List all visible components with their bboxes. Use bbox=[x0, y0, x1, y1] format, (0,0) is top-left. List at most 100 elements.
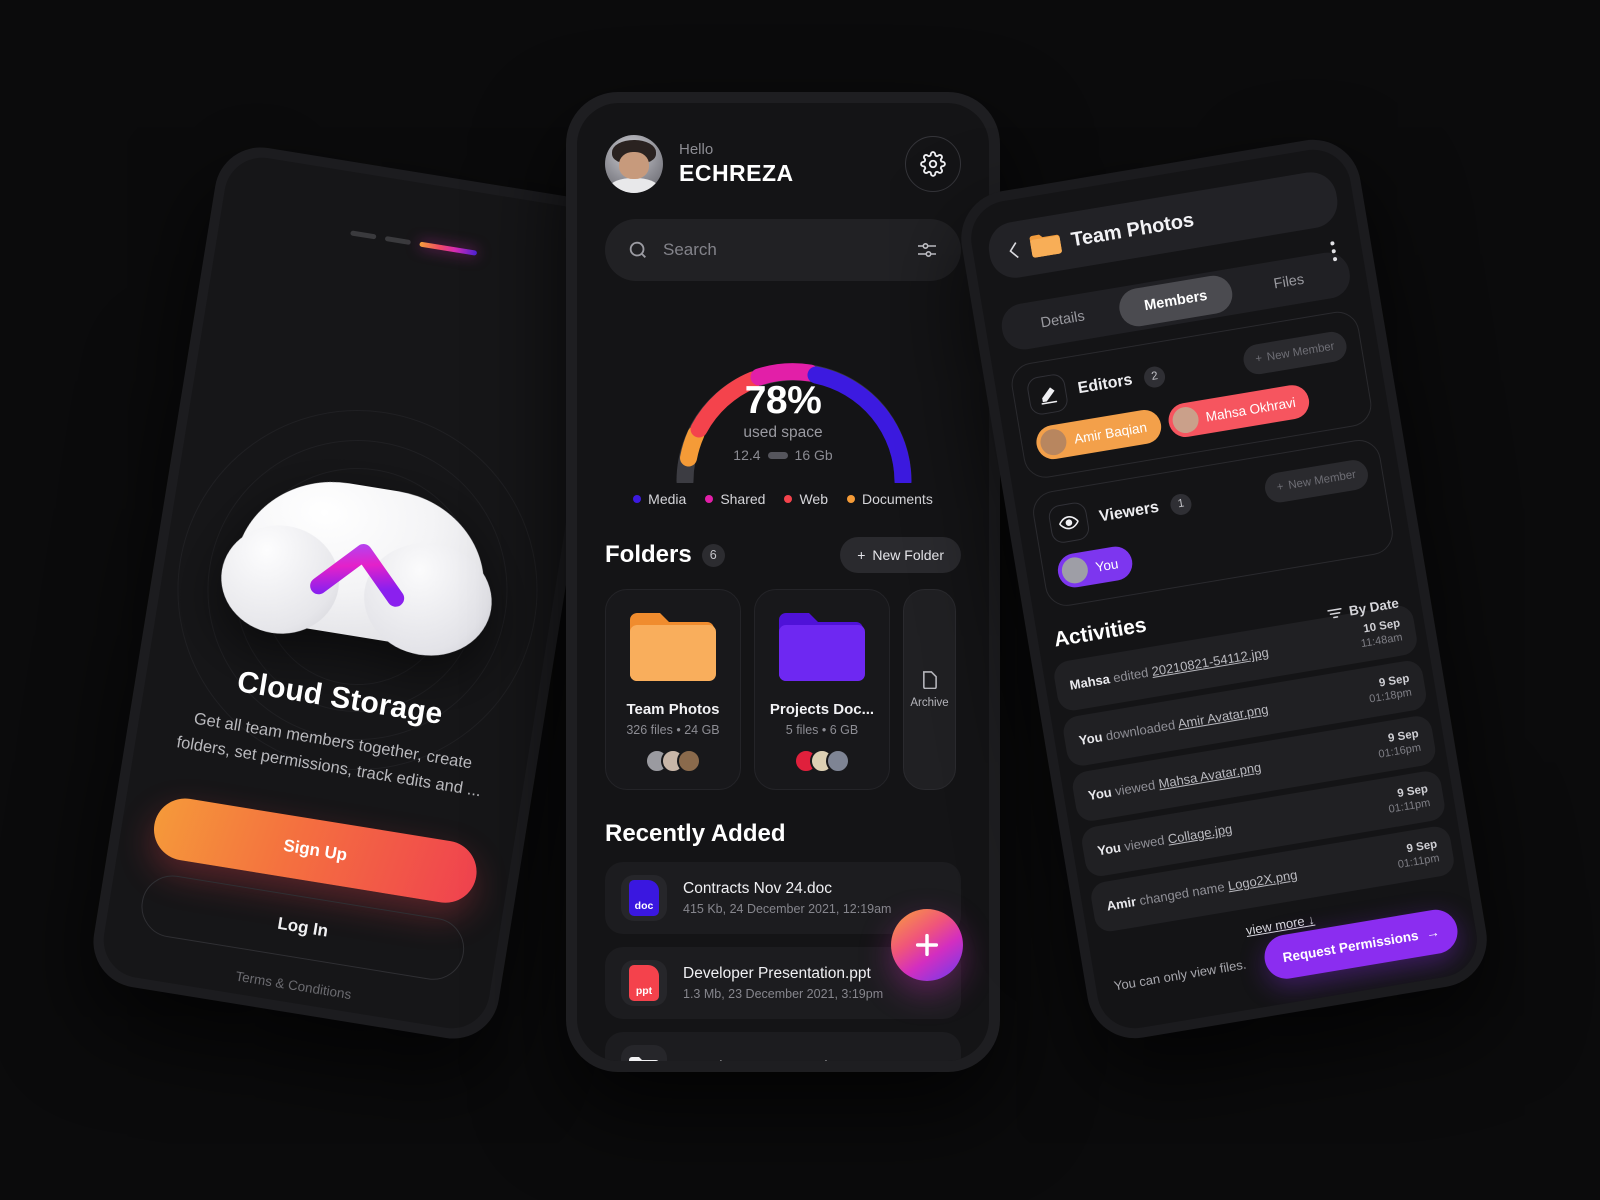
member-chip[interactable]: Amir Baqian bbox=[1033, 407, 1164, 462]
activity-action: viewed bbox=[1123, 832, 1166, 855]
activity-target[interactable]: Amir Avatar.png bbox=[1177, 702, 1270, 732]
activity-timestamp: 9 Sep 01:18pm bbox=[1366, 673, 1412, 706]
file-name: Developer Presentation.ppt bbox=[683, 965, 871, 982]
activity-action: changed name bbox=[1138, 879, 1226, 909]
member-chip[interactable]: Mahsa Okhravi bbox=[1165, 382, 1313, 440]
archive-tile[interactable]: Archive bbox=[903, 589, 956, 790]
activity-target[interactable]: Collage.jpg bbox=[1167, 821, 1234, 847]
group-name: Viewers bbox=[1098, 498, 1161, 526]
cloud-upload-illustration bbox=[223, 440, 502, 677]
member-chip[interactable]: You bbox=[1055, 544, 1135, 590]
activity-action: edited bbox=[1112, 664, 1150, 686]
plus-icon: + bbox=[1254, 352, 1264, 366]
sliders-icon[interactable] bbox=[915, 238, 939, 262]
plus-icon bbox=[915, 933, 939, 957]
screenshot-stage: Cloud Storage Get all team members toget… bbox=[0, 0, 1600, 1200]
activity-action: viewed bbox=[1113, 777, 1157, 799]
upload-arrow-icon bbox=[310, 544, 405, 652]
request-label: Request Permissions bbox=[1281, 927, 1420, 965]
add-member-label: New Member bbox=[1266, 340, 1336, 364]
file-type-tag: doc bbox=[629, 880, 659, 916]
file-type-icon bbox=[621, 1045, 667, 1061]
phone-folder-detail: Team Photos Details Members Files Editor… bbox=[953, 132, 1495, 1046]
member-name: Mahsa Okhravi bbox=[1204, 394, 1297, 425]
activities-heading: Activities bbox=[1052, 613, 1149, 652]
activity-timestamp: 9 Sep 01:11pm bbox=[1395, 838, 1440, 871]
chevron-left-icon[interactable] bbox=[1006, 240, 1022, 261]
folder-member-avatars bbox=[765, 749, 879, 773]
activities-list: Mahsa edited 20210821-54112.jpg 10 Sep 1… bbox=[1051, 603, 1461, 962]
add-viewer-button[interactable]: + New Member bbox=[1262, 457, 1371, 505]
plus-icon: + bbox=[1275, 480, 1285, 494]
storage-gauge: 78% used space 12.4 16 Gb bbox=[577, 303, 989, 490]
avatar bbox=[1170, 405, 1201, 436]
gauge-legend: Media Shared Web Documents bbox=[577, 491, 989, 507]
folders-list: Team Photos 326 files • 24 GB Projects D… bbox=[577, 589, 989, 790]
search-input[interactable]: Search bbox=[605, 219, 961, 281]
folder-name: Projects Doc... bbox=[769, 701, 875, 718]
activity-target[interactable]: Mahsa Avatar.png bbox=[1157, 760, 1262, 792]
legend-label: Documents bbox=[862, 491, 933, 507]
folder-card[interactable]: Team Photos 326 files • 24 GB bbox=[605, 589, 741, 790]
folders-title: Folders bbox=[605, 541, 692, 568]
used-space-label: used space bbox=[743, 424, 823, 441]
activity-actor: Mahsa bbox=[1068, 671, 1111, 693]
folder-icon bbox=[1029, 234, 1062, 258]
folders-section-header: Folders 6 + New Folder bbox=[577, 537, 989, 573]
gauge-center-readout: 78% used space 12.4 16 Gb bbox=[577, 379, 989, 463]
activity-target[interactable]: 20210821-54112.jpg bbox=[1151, 645, 1270, 679]
group-count-badge: 2 bbox=[1142, 364, 1167, 389]
recently-added-title: Recently Added bbox=[605, 820, 786, 847]
tab-details[interactable]: Details bbox=[1003, 292, 1122, 348]
used-percent: 78% bbox=[744, 379, 822, 422]
add-button[interactable] bbox=[891, 909, 963, 981]
folder-icon bbox=[629, 1057, 659, 1061]
folder-icon bbox=[779, 613, 865, 681]
capacity-readout: 12.4 16 Gb bbox=[577, 447, 989, 463]
total-amount: 16 Gb bbox=[794, 447, 833, 463]
legend-item-documents: Documents bbox=[847, 491, 933, 507]
page-dot-1[interactable] bbox=[350, 230, 377, 240]
user-avatar[interactable] bbox=[605, 135, 663, 193]
file-meta: 1.3 Mb, 23 December 2021, 3:19pm bbox=[683, 987, 884, 1001]
tab-files[interactable]: Files bbox=[1229, 254, 1348, 310]
activity-action: downloaded bbox=[1104, 717, 1177, 744]
avatar bbox=[1038, 427, 1069, 458]
folders-count-badge: 6 bbox=[701, 543, 725, 567]
page-dot-3[interactable] bbox=[419, 241, 478, 256]
activity-actor: You bbox=[1087, 784, 1113, 804]
activity-target[interactable]: Logo2X.png bbox=[1227, 867, 1299, 893]
activity-actor: Amir bbox=[1105, 894, 1138, 914]
folder-detail-screen: Team Photos Details Members Files Editor… bbox=[965, 144, 1483, 1034]
legend-item-web: Web bbox=[784, 491, 828, 507]
folder-meta: 5 files • 6 GB bbox=[785, 723, 859, 737]
folder-name: Team Photos bbox=[626, 701, 720, 718]
add-editor-button[interactable]: + New Member bbox=[1241, 329, 1349, 377]
search-placeholder: Search bbox=[663, 240, 717, 259]
file-name: Contracts Nov 24.doc bbox=[683, 880, 833, 897]
home-screen: Hello ECHREZA Search 78% used space 12.4… bbox=[577, 103, 989, 1061]
filter-icon bbox=[1327, 608, 1342, 619]
file-type-tag: ppt bbox=[629, 965, 659, 1001]
folder-title: Team Photos bbox=[1069, 208, 1196, 251]
avatar bbox=[1059, 555, 1090, 586]
phone-onboarding: Cloud Storage Get all team members toget… bbox=[86, 140, 628, 1046]
file-type-icon: ppt bbox=[621, 960, 667, 1006]
folder-icon bbox=[630, 613, 716, 681]
greeting-label: Hello bbox=[679, 141, 714, 158]
file-type-icon: doc bbox=[621, 875, 667, 921]
home-header: Hello ECHREZA bbox=[577, 103, 989, 193]
new-folder-button[interactable]: + New Folder bbox=[840, 537, 961, 573]
page-dot-2[interactable] bbox=[384, 235, 412, 246]
group-name: Editors bbox=[1076, 371, 1134, 398]
tab-members[interactable]: Members bbox=[1116, 272, 1236, 330]
permission-note: You can only view files. bbox=[1112, 956, 1248, 993]
plus-icon: + bbox=[857, 547, 866, 563]
file-name: Developer Presentation bbox=[683, 1059, 845, 1061]
legend-label: Web bbox=[799, 491, 829, 507]
folder-meta: 326 files • 24 GB bbox=[626, 723, 720, 737]
add-member-label: New Member bbox=[1287, 468, 1357, 492]
settings-button[interactable] bbox=[905, 136, 961, 192]
list-item[interactable]: Developer Presentation bbox=[605, 1032, 961, 1061]
folder-card[interactable]: Projects Doc... 5 files • 6 GB bbox=[754, 589, 890, 790]
